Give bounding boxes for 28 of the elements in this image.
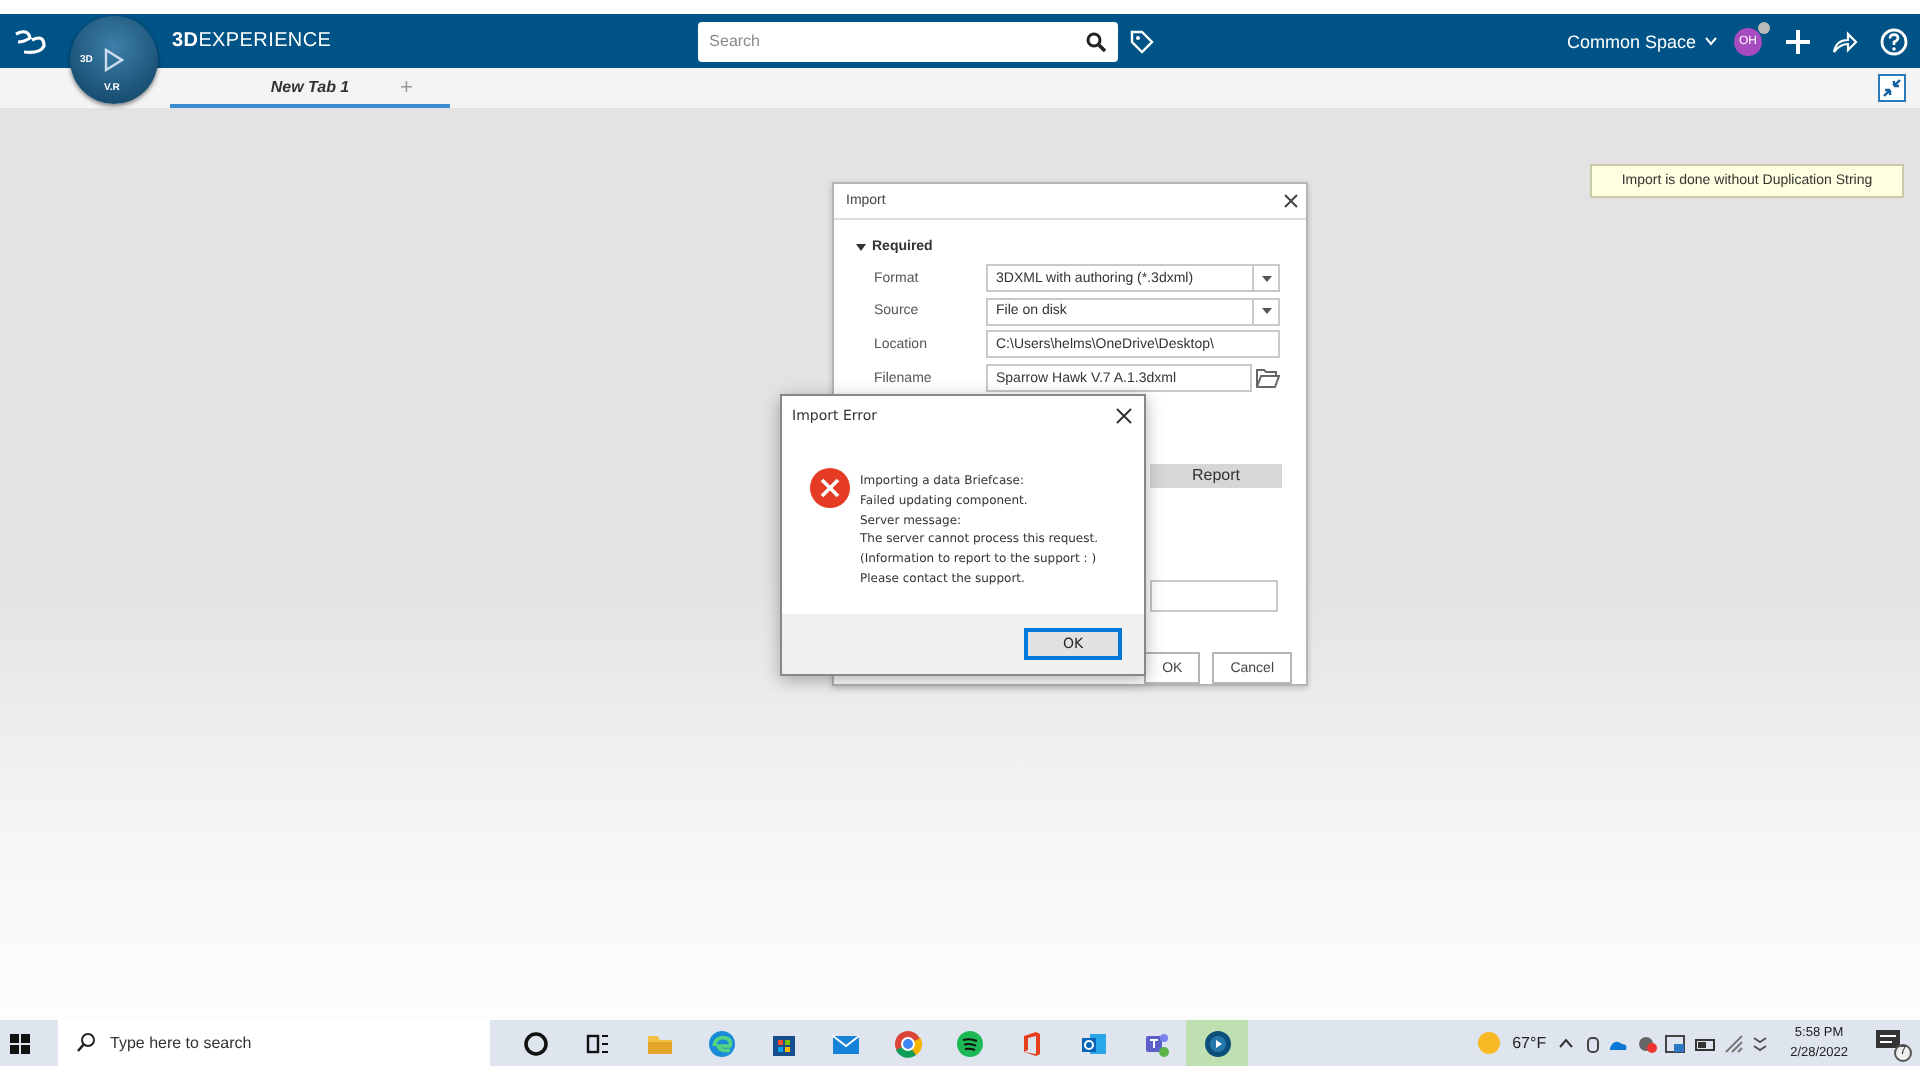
temperature: 67°F — [1512, 1034, 1547, 1052]
chevron-down-icon[interactable] — [1704, 36, 1718, 46]
search-field[interactable]: Search — [697, 21, 1118, 61]
close-icon[interactable] — [1284, 193, 1298, 208]
help-icon[interactable] — [1880, 27, 1908, 55]
tag-icon[interactable] — [1129, 29, 1154, 53]
close-icon[interactable] — [1116, 408, 1132, 424]
collapse-icon[interactable] — [1878, 74, 1906, 102]
plus-icon[interactable] — [1786, 29, 1810, 53]
app-brand: 3DEXPERIENCE — [172, 30, 332, 52]
sun-icon — [1478, 1032, 1501, 1054]
share-icon[interactable] — [1832, 29, 1858, 53]
caret-icon[interactable] — [1261, 275, 1271, 282]
error-icon — [810, 468, 850, 508]
input-field[interactable] — [1150, 580, 1278, 613]
folder-icon[interactable] — [1256, 368, 1280, 389]
search-icon — [76, 1032, 96, 1052]
globe-icon[interactable] — [1186, 1020, 1248, 1066]
windows-logo-icon[interactable] — [10, 1033, 30, 1053]
search-field[interactable]: Type here to search — [58, 1020, 490, 1066]
space-selector[interactable]: Common Space — [1566, 31, 1696, 51]
company-logo-icon — [12, 27, 48, 55]
play-icon — [104, 48, 124, 72]
tray-icons-drawing[interactable] — [1586, 1033, 1771, 1053]
caret-icon[interactable] — [1261, 308, 1271, 315]
report-tab[interactable]: Report — [1150, 463, 1282, 489]
search-icon — [1085, 31, 1106, 51]
chevron-up-icon[interactable] — [1558, 1038, 1575, 1048]
